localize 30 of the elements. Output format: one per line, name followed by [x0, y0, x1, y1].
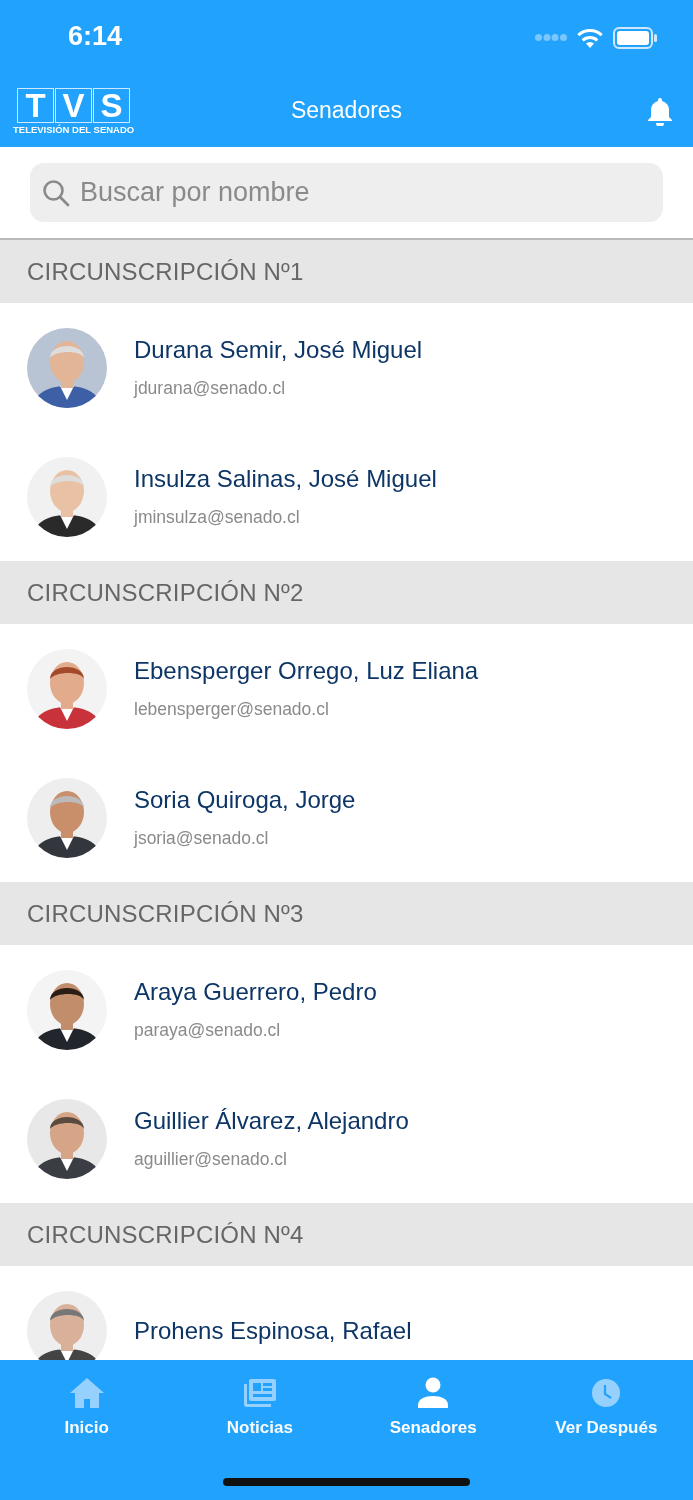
senator-email: jminsulza@senado.cl — [134, 507, 301, 528]
senator-name[interactable]: Prohens Espinosa, Rafael — [134, 1316, 412, 1345]
person-icon — [417, 1377, 450, 1409]
senator-email: jsoria@senado.cl — [134, 828, 270, 849]
bell-icon[interactable] — [646, 96, 674, 126]
tvs-logo: T V S TELEVISIÓN DEL SENADO — [13, 87, 135, 135]
senator-name[interactable]: Insulza Salinas, José Miguel — [134, 465, 437, 493]
senator-email: paraya@senado.cl — [134, 1020, 282, 1041]
section-header: CIRCUNSCRIPCIÓN Nº1 — [0, 240, 693, 303]
battery-icon — [613, 26, 657, 49]
senator-email: lebensperger@senado.cl — [134, 699, 330, 720]
senator-name[interactable]: Durana Semir, José Miguel — [134, 336, 423, 364]
search-field[interactable]: Buscar por nombre — [30, 163, 663, 222]
senator-email: aguillier@senado.cl — [134, 1149, 288, 1170]
section-header: CIRCUNSCRIPCIÓN Nº2 — [0, 561, 693, 624]
home-icon — [68, 1377, 105, 1409]
senator-name[interactable]: Guillier Álvarez, Alejandro — [134, 1107, 409, 1135]
status-time: 6:14 — [68, 21, 123, 52]
senator-email: jdurana@senado.cl — [134, 378, 287, 399]
section-header: CIRCUNSCRIPCIÓN Nº3 — [0, 882, 693, 945]
newspaper-icon — [242, 1378, 277, 1408]
section-header: CIRCUNSCRIPCIÓN Nº4 — [0, 1203, 693, 1266]
senator-name[interactable]: Ebensperger Orrego, Luz Eliana — [134, 657, 479, 685]
wifi-icon — [577, 27, 603, 48]
senator-name[interactable]: Araya Guerrero, Pedro — [134, 978, 377, 1006]
senator-name[interactable]: Soria Quiroga, Jorge — [134, 786, 356, 814]
clock-icon — [591, 1378, 622, 1408]
search-icon — [42, 179, 70, 207]
signal-icon — [535, 34, 567, 41]
screen-title: Senadores — [290, 97, 403, 123]
